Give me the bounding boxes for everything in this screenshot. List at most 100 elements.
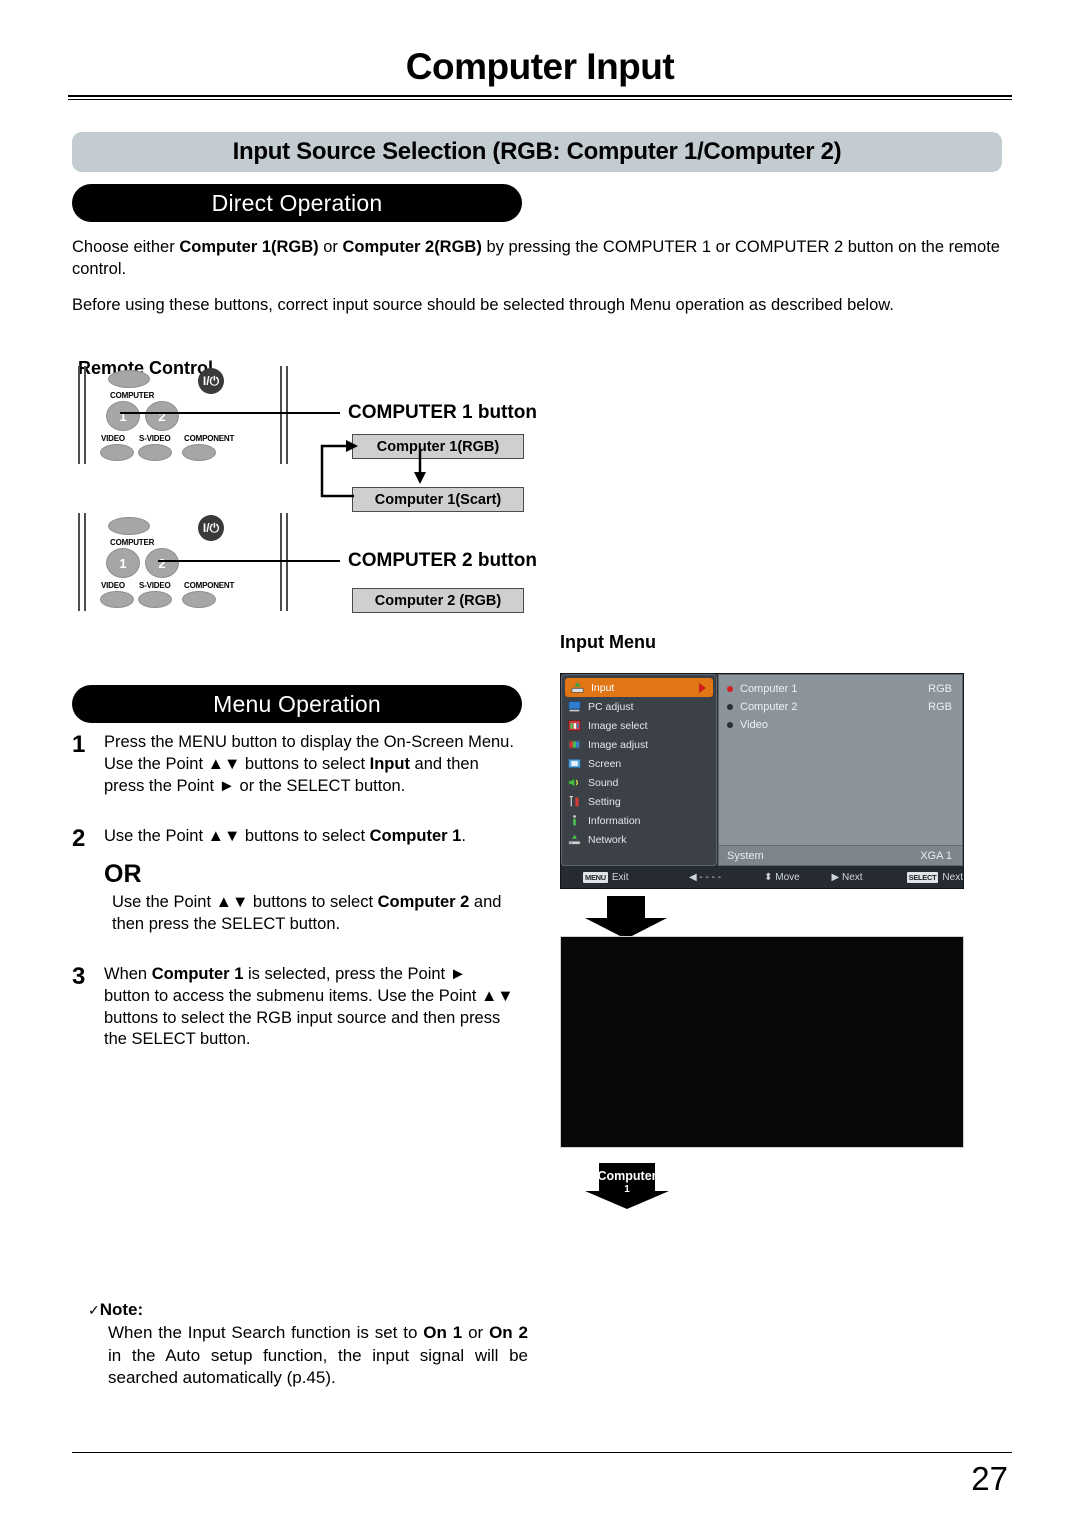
step-2-text: Use the Point ▲▼ buttons to select Compu…	[104, 826, 514, 851]
or-bold: Computer 2	[377, 893, 470, 911]
sidebar-label-screen: Screen	[588, 757, 622, 770]
remote-label-svideo: S-VIDEO	[139, 434, 171, 443]
sidebar-item-input[interactable]: Input	[565, 678, 713, 697]
check-icon: ✓	[88, 1302, 100, 1318]
note-bold-on1: On 1	[423, 1323, 463, 1342]
osd-system-row[interactable]: System XGA 1	[719, 845, 962, 865]
osd-main-panel: Computer 1 RGB Computer 2 RGB Video Syst…	[718, 674, 963, 866]
status-exit-label: Exit	[611, 871, 629, 883]
remote-video-button[interactable]	[100, 444, 134, 461]
sidebar-label-image-adjust: Image adjust	[588, 738, 649, 751]
remote2-top-button[interactable]	[108, 517, 150, 535]
remote-computer1-button[interactable]: 1	[106, 401, 140, 431]
image-select-icon	[568, 720, 581, 731]
note-text-a: When the Input Search function is set to	[108, 1323, 424, 1342]
sidebar-label-input: Input	[591, 681, 615, 694]
note-text: When the Input Search function is set to…	[108, 1322, 528, 1390]
osd-source-label-computer1: Computer 1	[740, 683, 798, 695]
sidebar-item-setting[interactable]: Setting	[562, 792, 716, 811]
step-3-number: 3	[72, 963, 86, 990]
sidebar-label-information: Information	[588, 814, 641, 827]
sidebar-item-pc-adjust[interactable]: PC adjust	[562, 697, 716, 716]
intro-bold-computer2: Computer 2(RGB)	[342, 238, 482, 256]
remote-svideo-button[interactable]	[138, 444, 172, 461]
osd-input-menu: Input PC adjust Image select Image adjus…	[560, 673, 964, 889]
step-3: 3 When Computer 1 is selected, press the…	[72, 964, 514, 1051]
or-text: Use the Point ▲▼ buttons to select Compu…	[112, 892, 522, 936]
sidebar-item-image-select[interactable]: Image select	[562, 716, 716, 735]
input-menu-title: Input Menu	[560, 632, 656, 652]
input-icon	[571, 681, 584, 693]
information-icon	[573, 815, 576, 826]
sidebar-item-image-adjust[interactable]: Image adjust	[562, 735, 716, 754]
network-icon	[568, 834, 581, 845]
intro-bold-computer1: Computer 1(RGB)	[179, 238, 319, 256]
step-1-text: Press the MENU button to display the On-…	[104, 732, 514, 797]
osd-system-label: System	[727, 849, 764, 862]
osd-source-video[interactable]: Video	[719, 716, 962, 734]
osd-source-computer1[interactable]: Computer 1 RGB	[719, 680, 962, 698]
bullet-dot-icon	[727, 722, 733, 728]
remote2-computer2-button[interactable]: 2	[145, 548, 179, 578]
remote-computer2-button[interactable]: 2	[145, 401, 179, 431]
or-text-a: Use the Point ▲▼ buttons to select	[112, 893, 378, 911]
step-2: 2 Use the Point ▲▼ buttons to select Com…	[72, 826, 514, 851]
status-dashes: ◀ - - - -	[689, 872, 764, 883]
power-icon[interactable]: I/⏻	[198, 368, 224, 394]
step-3-bold: Computer 1	[151, 965, 244, 983]
step-1-bold: Input	[369, 754, 410, 773]
osd-source-computer2[interactable]: Computer 2 RGB	[719, 698, 962, 716]
sidebar-item-screen[interactable]: Screen	[562, 754, 716, 773]
remote-component-button[interactable]	[182, 444, 216, 461]
remote2-label-computer: COMPUTER	[110, 538, 155, 547]
sidebar-item-sound[interactable]: Sound	[562, 773, 716, 792]
chevron-right-icon	[699, 682, 706, 693]
sidebar-item-network[interactable]: Network	[562, 830, 716, 849]
sidebar-label-pc-adjust: PC adjust	[588, 700, 634, 713]
remote-right-rail	[280, 366, 288, 464]
osd-source-list: Computer 1 RGB Computer 2 RGB Video	[719, 675, 962, 845]
step-1: 1 Press the MENU button to display the O…	[72, 732, 514, 797]
remote2-svideo-button[interactable]	[138, 591, 172, 608]
projected-screen	[560, 936, 964, 1148]
result-badge-line2: 1	[624, 1184, 630, 1195]
selected-dot-icon	[727, 686, 733, 692]
pc-adjust-icon	[568, 701, 581, 712]
callout-computer2-title: COMPUTER 2 button	[348, 550, 537, 571]
sidebar-label-image-select: Image select	[588, 719, 648, 732]
result-badge-arrow: Computer 1	[585, 1163, 669, 1209]
remote-control-diagram-2: I/⏻ COMPUTER 1 2 VIDEO S-VIDEO COMPONENT	[78, 513, 288, 611]
remote2-video-button[interactable]	[100, 591, 134, 608]
note-text-c: or	[462, 1323, 490, 1342]
step-3-text: When Computer 1 is selected, press the P…	[104, 964, 514, 1051]
flow-box-computer2-rgb: Computer 2 (RGB)	[352, 588, 524, 613]
power-icon[interactable]: I/⏻	[198, 515, 224, 541]
remote-label-component: COMPONENT	[184, 434, 235, 443]
status-next-point-label: ▶ Next	[831, 871, 863, 883]
setting-icon	[569, 796, 579, 807]
result-badge-line1: Computer	[597, 1169, 656, 1183]
osd-sidebar: Input PC adjust Image select Image adjus…	[561, 674, 717, 866]
remote-left-rail	[78, 366, 86, 464]
osd-body: Input PC adjust Image select Image adjus…	[561, 674, 963, 866]
status-next-point: ▶ Next	[832, 872, 907, 883]
remote-label-computer: COMPUTER	[110, 391, 155, 400]
intro-paragraph-2: Before using these buttons, correct inpu…	[72, 296, 894, 315]
remote2-component-button[interactable]	[182, 591, 216, 608]
note-block: ✓Note: When the Input Search function is…	[88, 1300, 528, 1390]
sound-icon	[568, 777, 578, 788]
bullet-dot-icon	[727, 704, 733, 710]
section-banner-label: Input Source Selection (RGB: Computer 1/…	[232, 138, 842, 165]
remote2-right-rail	[280, 513, 288, 611]
osd-source-label-video: Video	[740, 719, 768, 731]
down-arrow-icon	[585, 896, 667, 939]
page-title: Computer Input	[405, 46, 675, 87]
intro-paragraph-1: Choose either Computer 1(RGB) or Compute…	[72, 236, 1002, 280]
or-label: OR	[104, 860, 142, 888]
section-banner: Input Source Selection (RGB: Computer 1/…	[72, 132, 1002, 172]
menu-key-chip: MENU	[583, 871, 608, 883]
remote-top-button[interactable]	[108, 370, 150, 388]
sidebar-label-setting: Setting	[588, 795, 621, 808]
remote2-computer1-button[interactable]: 1	[106, 548, 140, 578]
sidebar-item-information[interactable]: Information	[562, 811, 716, 830]
